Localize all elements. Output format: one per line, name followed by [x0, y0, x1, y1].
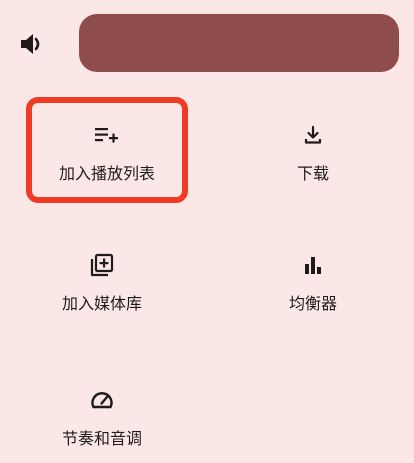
speed-icon	[87, 385, 117, 415]
volume-up-icon[interactable]	[18, 30, 48, 58]
equalizer-label: 均衡器	[288, 294, 337, 313]
download-label: 下载	[296, 164, 329, 183]
download-icon	[298, 120, 328, 150]
speed-pitch-button[interactable]: 节奏和音调	[27, 369, 177, 453]
download-button[interactable]: 下载	[238, 104, 388, 188]
equalizer-icon	[298, 250, 328, 280]
add-to-playlist-label: 加入播放列表	[58, 164, 155, 183]
playlist-add-icon	[92, 120, 122, 150]
library-add-icon	[87, 250, 117, 280]
add-to-playlist-button[interactable]: 加入播放列表	[32, 104, 182, 188]
speed-pitch-label: 节奏和音调	[61, 429, 142, 448]
add-to-library-button[interactable]: 加入媒体库	[27, 234, 177, 318]
volume-slider[interactable]	[79, 14, 399, 72]
volume-row	[0, 0, 414, 88]
add-to-library-label: 加入媒体库	[61, 294, 142, 313]
equalizer-button[interactable]: 均衡器	[238, 234, 388, 318]
